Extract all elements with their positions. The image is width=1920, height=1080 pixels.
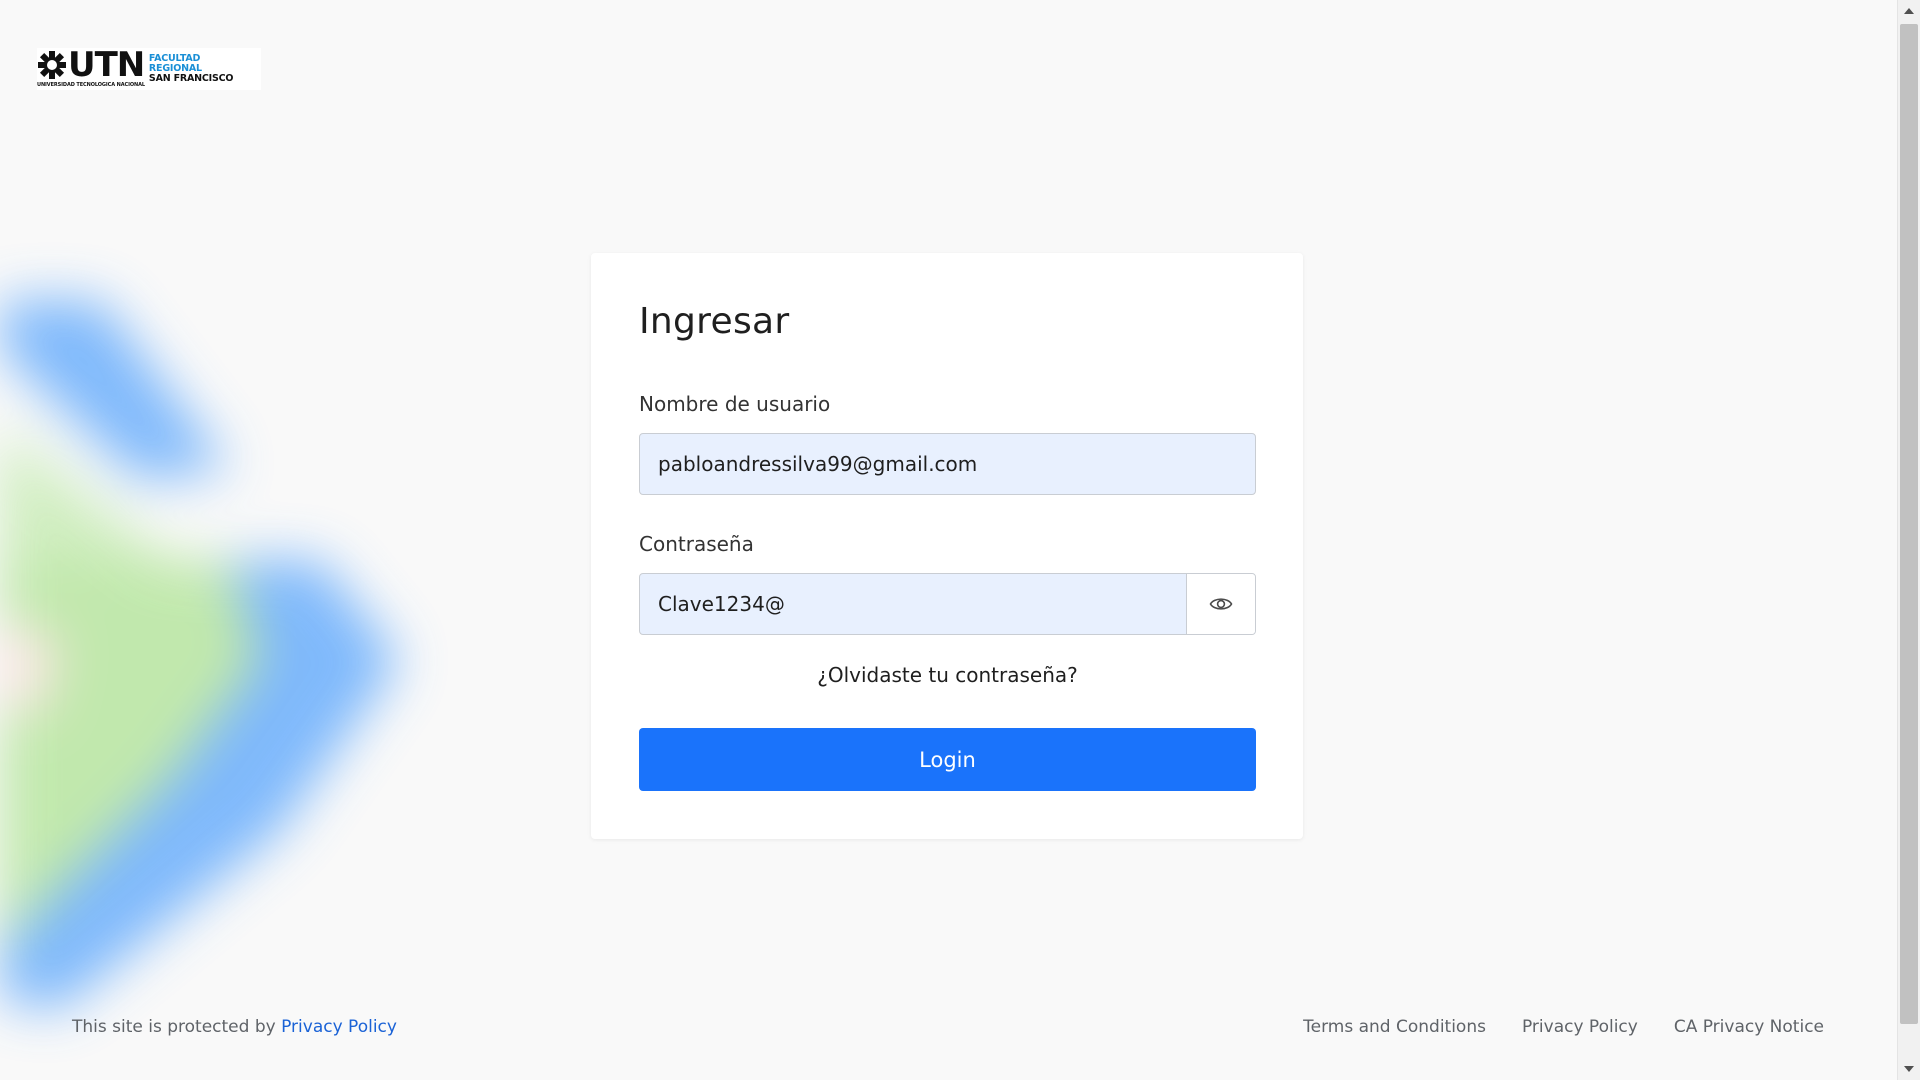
logo-wordmark: UTN xyxy=(68,45,145,85)
login-card: Ingresar Nombre de usuario Contraseña ¿O… xyxy=(591,253,1303,839)
logo-mark: UTN UNIVERSIDAD TECNOLOGICA NACIONAL xyxy=(37,48,145,90)
logo-faculty-text: FACULTAD REGIONAL SAN FRANCISCO xyxy=(148,54,234,84)
scroll-down-arrow-icon[interactable] xyxy=(1904,1066,1914,1072)
logo-line-city: SAN FRANCISCO xyxy=(148,73,234,84)
username-label: Nombre de usuario xyxy=(639,392,831,416)
password-input[interactable] xyxy=(640,574,1186,634)
show-password-button[interactable] xyxy=(1186,574,1255,634)
password-field-wrapper xyxy=(639,573,1256,635)
password-label: Contraseña xyxy=(639,532,754,556)
footer-terms-link[interactable]: Terms and Conditions xyxy=(1303,1017,1486,1037)
footer-ca-privacy-link[interactable]: CA Privacy Notice xyxy=(1674,1017,1824,1037)
logo-university-name: UNIVERSIDAD TECNOLOGICA NACIONAL xyxy=(37,82,145,88)
footer-privacy-link[interactable]: Privacy Policy xyxy=(1522,1017,1638,1037)
background-chevron-decoration xyxy=(0,300,400,1010)
eye-icon xyxy=(1209,598,1233,610)
page-title: Ingresar xyxy=(639,301,790,342)
scroll-up-arrow-icon[interactable] xyxy=(1904,8,1914,14)
utn-logo[interactable]: UTN UNIVERSIDAD TECNOLOGICA NACIONAL FAC… xyxy=(37,48,261,90)
scrollbar-thumb[interactable] xyxy=(1900,24,1918,1024)
footer-protected-text: This site is protected by xyxy=(72,1017,276,1037)
username-input[interactable] xyxy=(640,434,1255,494)
footer-links: Terms and Conditions Privacy Policy CA P… xyxy=(1303,1017,1824,1037)
utn-emblem-icon xyxy=(38,51,66,79)
footer-protection-notice: This site is protected by Privacy Policy xyxy=(72,1017,397,1037)
vertical-scrollbar[interactable] xyxy=(1897,0,1920,1080)
footer-privacy-link-left[interactable]: Privacy Policy xyxy=(281,1017,397,1037)
username-field-wrapper xyxy=(639,433,1256,495)
forgot-password-link[interactable]: ¿Olvidaste tu contraseña? xyxy=(639,663,1256,687)
login-page: UTN UNIVERSIDAD TECNOLOGICA NACIONAL FAC… xyxy=(0,0,1920,1080)
login-button[interactable]: Login xyxy=(639,728,1256,791)
